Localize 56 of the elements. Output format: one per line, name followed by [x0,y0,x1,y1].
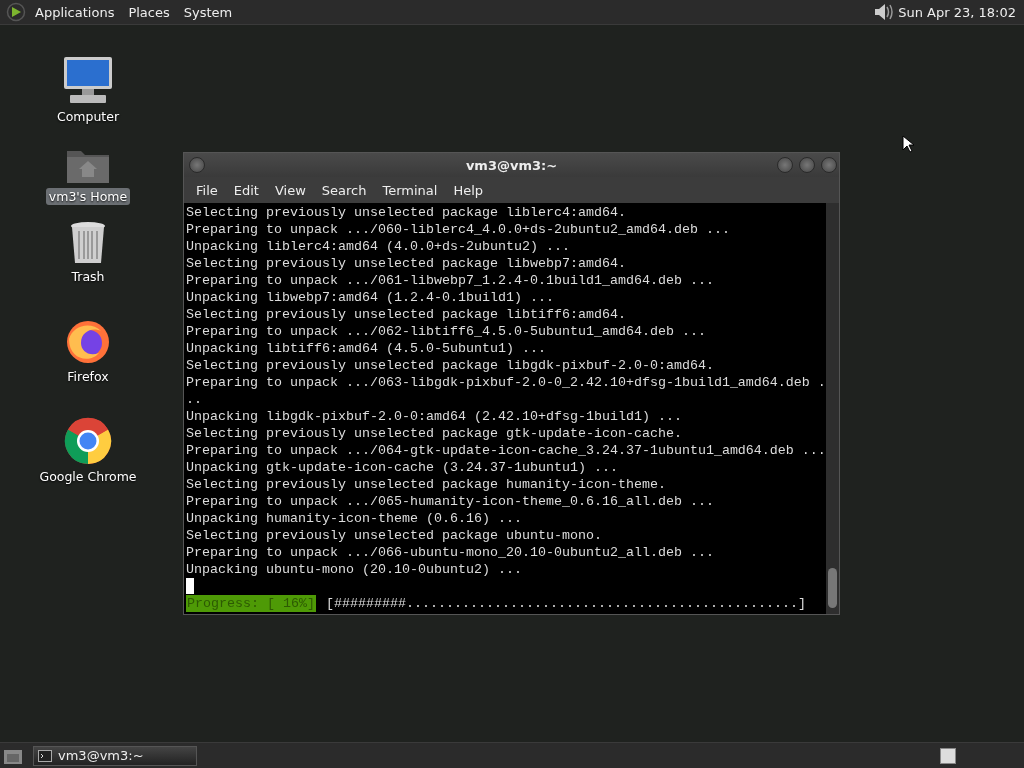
terminal-line: Preparing to unpack .../060-liblerc4_4.0.0+ds-2ubuntu2_amd64.deb ... [186,221,731,238]
volume-icon[interactable] [872,2,895,22]
terminal-line: Selecting previously unselected package liblerc4:amd64. [186,204,627,221]
taskbar-button[interactable]: vm3@vm3:~ [33,745,197,766]
clock[interactable]: Sun Apr 23, 18:02 [894,4,1024,20]
panel-menu[interactable]: Applications [28,4,122,20]
desktop-icon-label[interactable]: Firefox [64,368,112,385]
menu-item[interactable]: Terminal [374,182,446,198]
close-button[interactable] [821,157,837,173]
chrome-icon [64,417,112,465]
desktop-icon-label[interactable]: Google Chrome [36,468,140,485]
computer-icon [62,55,114,105]
menu-item[interactable]: File [188,182,226,198]
text-cursor [186,578,194,594]
workspace-switcher[interactable] [940,747,956,764]
terminal-line: Preparing to unpack .../065-humanity-icon-theme_0.6.16_all.deb ... [186,493,715,510]
scrollbar[interactable] [826,203,839,614]
terminal-line: Preparing to unpack .../066-ubuntu-mono_20.10-0ubuntu2_all.deb ... [186,544,715,561]
desktop-icon-label[interactable]: Computer [53,108,123,125]
terminal-line: Unpacking libgdk-pixbuf-2.0-0:amd64 (2.42.10+dfsg-1build1) ... [186,408,683,425]
terminal-line: Unpacking liblerc4:amd64 (4.0.0+ds-2ubuntu2) ... [186,238,571,255]
terminal-line: Selecting previously unselected package libwebp7:amd64. [186,255,627,272]
menu-item[interactable]: Edit [225,182,267,198]
menu-item[interactable]: View [266,182,314,198]
terminal-line: Selecting previously unselected package libgdk-pixbuf-2.0-0:amd64. [186,357,715,374]
terminal-line: Unpacking humanity-icon-theme (0.6.16) ... [186,510,523,527]
terminal-line: Unpacking gtk-update-icon-cache (3.24.37-1ubuntu1) ... [186,459,619,476]
terminal-icon [38,749,52,762]
progress-label: Progress: [ 16%] [186,595,316,612]
minimize-button[interactable] [777,157,793,173]
terminal-line: Unpacking libwebp7:amd64 (1.2.4-0.1build1) ... [186,289,555,306]
terminal-line: Unpacking ubuntu-mono (20.10-0ubuntu2) ... [186,561,523,578]
terminal-line: Selecting previously unselected package gtk-update-icon-cache. [186,425,683,442]
terminal-line: Preparing to unpack .../061-libwebp7_1.2.4-0.1build1_amd64.deb ... [186,272,715,289]
terminal-line: Unpacking libtiff6:amd64 (4.5.0-5ubuntu1) ... [186,340,547,357]
terminal-line: Selecting previously unselected package humanity-icon-theme. [186,476,667,493]
window-title: vm3@vm3:~ [465,157,558,173]
panel-menu[interactable]: System [176,4,240,20]
menu-logo-icon[interactable] [6,2,26,22]
scroll-thumb[interactable] [828,568,837,608]
firefox-icon [65,319,111,365]
panel-menu[interactable]: Places [121,4,177,20]
maximize-button[interactable] [799,157,815,173]
terminal-line: Preparing to unpack .../064-gtk-update-icon-cache_3.24.37-1ubuntu1_amd64.deb ... [186,442,826,459]
terminal-line: Selecting previously unselected package libtiff6:amd64. [186,306,627,323]
menu-item[interactable]: Search [313,182,375,198]
mouse-pointer-icon [902,135,914,153]
desktop-icon-label[interactable]: vm3's Home [45,188,131,205]
menu-item[interactable]: Help [445,182,492,198]
trash-icon [69,221,107,265]
desktop-icon-label[interactable]: Trash [68,268,108,285]
progress-bar-text: [#########.................................................] [326,595,806,612]
terminal-line: Selecting previously unselected package ubuntu-mono. [186,527,603,544]
window-menu-button[interactable] [189,157,205,173]
terminal-line: Preparing to unpack .../062-libtiff6_4.5.0-5ubuntu1_amd64.deb ... [186,323,707,340]
terminal-line: Preparing to unpack .../063-libgdk-pixbuf-2.0-0_2.42.10+dfsg-1build1_amd64.deb ... [186,374,826,408]
